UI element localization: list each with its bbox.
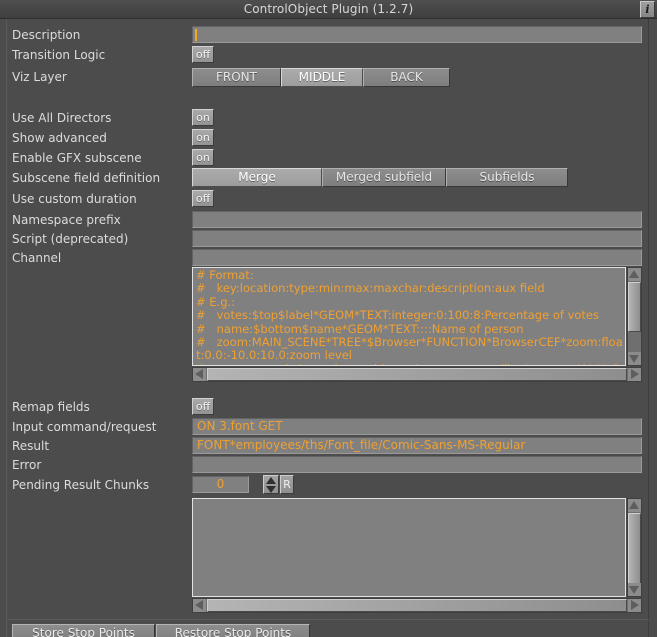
stepper-up-icon[interactable] — [266, 477, 276, 484]
pending-result-chunks-stepper[interactable] — [263, 475, 279, 494]
channel-label: Channel — [12, 251, 62, 265]
viz-layer-option-back[interactable]: BACK — [363, 68, 450, 87]
use-custom-duration-toggle[interactable]: off — [192, 190, 214, 207]
use-custom-duration-label: Use custom duration — [12, 192, 137, 206]
viz-layer-segmented-control: FRONT MIDDLE BACK — [192, 68, 450, 87]
scroll-left-arrow-icon[interactable] — [193, 368, 206, 381]
description-label: Description — [12, 28, 81, 42]
title-bar: ControlObject Plugin (1.2.7) i — [0, 0, 657, 19]
viz-layer-label: Viz Layer — [12, 70, 67, 84]
text-caret — [195, 29, 197, 41]
result-output-hscroll-thumb[interactable] — [207, 599, 627, 612]
transition-logic-label: Transition Logic — [12, 48, 106, 62]
scroll-right-arrow-icon[interactable] — [628, 368, 641, 381]
enable-gfx-subscene-toggle[interactable]: on — [192, 149, 214, 166]
subscene-field-definition-label: Subscene field definition — [12, 171, 161, 185]
channel-editor-vscrollbar[interactable] — [627, 267, 642, 366]
result-output-editor — [192, 498, 642, 613]
result-output-hscrollbar[interactable] — [192, 598, 642, 613]
form-content: Description Transition Logic off Viz Lay… — [8, 19, 649, 637]
plugin-panel: Description Transition Logic off Viz Lay… — [0, 19, 657, 637]
subscene-option-merge[interactable]: Merge — [192, 168, 322, 187]
transition-logic-toggle[interactable]: off — [192, 46, 214, 63]
pending-result-chunks-reset-button[interactable]: R — [280, 475, 294, 494]
window-title: ControlObject Plugin (1.2.7) — [243, 2, 414, 16]
pending-result-chunks-label: Pending Result Chunks — [12, 478, 150, 492]
description-input[interactable] — [192, 26, 642, 43]
stepper-down-icon[interactable] — [266, 486, 276, 493]
channel-editor-text: # Format: # key:location:type:min:max:ma… — [196, 268, 623, 365]
use-all-directors-label: Use All Directors — [12, 111, 112, 125]
control-object-plugin-window: ControlObject Plugin (1.2.7) i Descripti… — [0, 0, 657, 637]
show-advanced-toggle[interactable]: on — [192, 129, 214, 146]
right-scroll-gutter[interactable] — [648, 19, 657, 637]
bottom-button-bar: Store Stop Points Restore Stop Points — [8, 619, 649, 637]
scroll-up-arrow-icon[interactable] — [628, 268, 641, 281]
script-deprecated-label: Script (deprecated) — [12, 232, 129, 246]
use-all-directors-toggle[interactable]: on — [192, 109, 214, 126]
left-scroll-gutter[interactable] — [0, 19, 7, 637]
restore-stop-points-button[interactable]: Restore Stop Points — [156, 624, 310, 637]
channel-input[interactable] — [192, 249, 642, 266]
namespace-prefix-input[interactable] — [192, 211, 642, 228]
result-label: Result — [12, 439, 50, 453]
result-output-vscroll-thumb[interactable] — [628, 513, 641, 584]
channel-editor-vscroll-thumb[interactable] — [628, 282, 641, 332]
input-command-label: Input command/request — [12, 420, 157, 434]
subscene-option-subfields[interactable]: Subfields — [446, 168, 568, 187]
show-advanced-label: Show advanced — [12, 131, 107, 145]
enable-gfx-subscene-label: Enable GFX subscene — [12, 151, 142, 165]
result-output-vscrollbar[interactable] — [627, 498, 642, 597]
error-label: Error — [12, 458, 42, 472]
remap-fields-toggle[interactable]: off — [192, 398, 214, 415]
subscene-option-merged-subfield[interactable]: Merged subfield — [322, 168, 446, 187]
viz-layer-option-front[interactable]: FRONT — [192, 68, 281, 87]
input-command-input[interactable]: ON 3.font GET — [192, 418, 642, 435]
viz-layer-option-middle[interactable]: MIDDLE — [281, 68, 363, 87]
pending-result-chunks-input[interactable]: 0 — [192, 476, 249, 493]
scroll-down-arrow-icon[interactable] — [628, 352, 641, 365]
remap-fields-label: Remap fields — [12, 400, 90, 414]
channel-editor: # Format: # key:location:type:min:max:ma… — [192, 267, 642, 382]
store-stop-points-button[interactable]: Store Stop Points — [12, 624, 155, 637]
scroll-left-arrow-icon[interactable] — [193, 599, 206, 612]
scroll-down-arrow-icon[interactable] — [628, 583, 641, 596]
channel-editor-textarea[interactable]: # Format: # key:location:type:min:max:ma… — [192, 267, 626, 366]
result-output-textarea[interactable] — [192, 498, 626, 597]
channel-editor-hscroll-thumb[interactable] — [207, 368, 627, 381]
namespace-prefix-label: Namespace prefix — [12, 213, 121, 227]
result-input[interactable]: FONT*employees/ths/Font_file/Comic-Sans-… — [192, 437, 642, 454]
channel-editor-hscrollbar[interactable] — [192, 367, 642, 382]
error-input[interactable] — [192, 456, 642, 473]
subscene-field-definition-segmented-control: Merge Merged subfield Subfields — [192, 168, 568, 187]
scroll-right-arrow-icon[interactable] — [628, 599, 641, 612]
script-deprecated-input[interactable] — [192, 230, 642, 247]
info-icon[interactable]: i — [640, 1, 655, 18]
scroll-up-arrow-icon[interactable] — [628, 499, 641, 512]
